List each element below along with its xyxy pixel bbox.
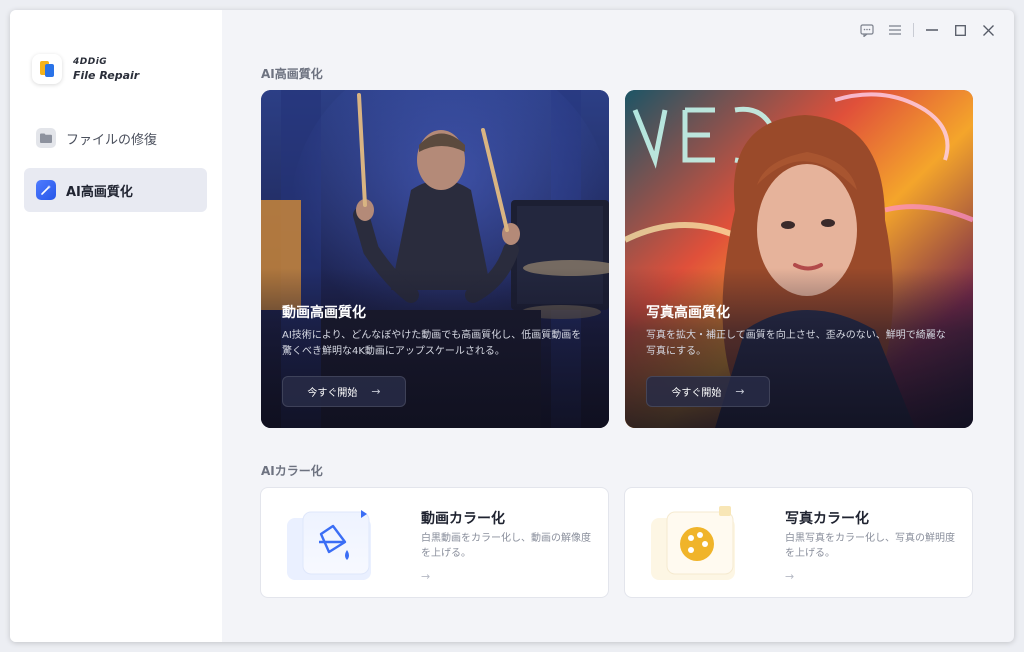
brand-line-2: File Repair [73, 69, 140, 82]
video-colorize-card[interactable]: 動画カラー化 白黒動画をカラー化し、動画の解像度を上げる。 → [260, 487, 609, 598]
photo-enhance-card[interactable]: 写真高画質化 写真を拡大・補正して画質を向上させ、歪みのない、鮮明で綺麗な写真に… [625, 90, 973, 428]
app-logo: 4DDiG File Repair [32, 54, 139, 84]
card-title: 写真カラー化 [785, 511, 869, 527]
start-button-label: 今すぐ開始 [307, 388, 358, 399]
card-description: AI技術により、どんなぼやけた動画でも高画質化し、低画質動画を驚くべき鮮明な4K… [282, 330, 582, 357]
minimize-icon[interactable] [918, 20, 946, 40]
folder-icon [36, 128, 56, 148]
sidebar-item-label: ファイルの修復 [66, 132, 158, 148]
magic-wand-icon [36, 180, 56, 200]
start-button-label: 今すぐ開始 [671, 388, 722, 399]
feedback-icon[interactable] [853, 20, 881, 40]
photo-enhance-start-button[interactable]: 今すぐ開始 → [646, 376, 770, 407]
palette-icon [651, 506, 735, 580]
photo-colorize-card[interactable]: 写真カラー化 白黒写真をカラー化し、写真の鮮明度を上げる。 → [624, 487, 973, 598]
arrow-right-icon[interactable]: → [785, 570, 794, 583]
section-title-ai-enhance: AI高画質化 [261, 67, 323, 81]
divider [913, 23, 914, 37]
sidebar: 4DDiG File Repair ファイルの修復 AI高画質化 [10, 10, 222, 642]
window-controls [853, 20, 1002, 40]
section-title-ai-color: AIカラー化 [261, 464, 323, 478]
sidebar-item-label: AI高画質化 [66, 184, 133, 200]
sidebar-item-ai-enhance[interactable]: AI高画質化 [24, 168, 207, 212]
app-window: 4DDiG File Repair ファイルの修復 AI高画質化 AI高画質化 … [10, 10, 1014, 642]
card-description: 写真を拡大・補正して画質を向上させ、歪みのない、鮮明で綺麗な写真にする。 [646, 330, 946, 357]
arrow-right-icon: → [735, 385, 745, 398]
paint-bucket-icon [287, 510, 371, 580]
card-title: 動画カラー化 [421, 511, 505, 527]
menu-icon[interactable] [881, 20, 909, 40]
maximize-icon[interactable] [946, 20, 974, 40]
close-icon[interactable] [974, 20, 1002, 40]
arrow-right-icon[interactable]: → [421, 570, 430, 583]
card-description: 白黒動画をカラー化し、動画の解像度を上げる。 [421, 533, 591, 559]
logo-icon [32, 54, 62, 84]
arrow-right-icon: → [371, 385, 381, 398]
video-enhance-card[interactable]: 動画高画質化 AI技術により、どんなぼやけた動画でも高画質化し、低画質動画を驚く… [261, 90, 609, 428]
video-enhance-start-button[interactable]: 今すぐ開始 → [282, 376, 406, 407]
sidebar-item-file-repair[interactable]: ファイルの修復 [24, 116, 207, 160]
card-description: 白黒写真をカラー化し、写真の鮮明度を上げる。 [785, 533, 955, 559]
card-title: 写真高画質化 [646, 305, 730, 321]
brand-line-1: 4DDiG [73, 57, 108, 67]
card-title: 動画高画質化 [282, 305, 366, 321]
